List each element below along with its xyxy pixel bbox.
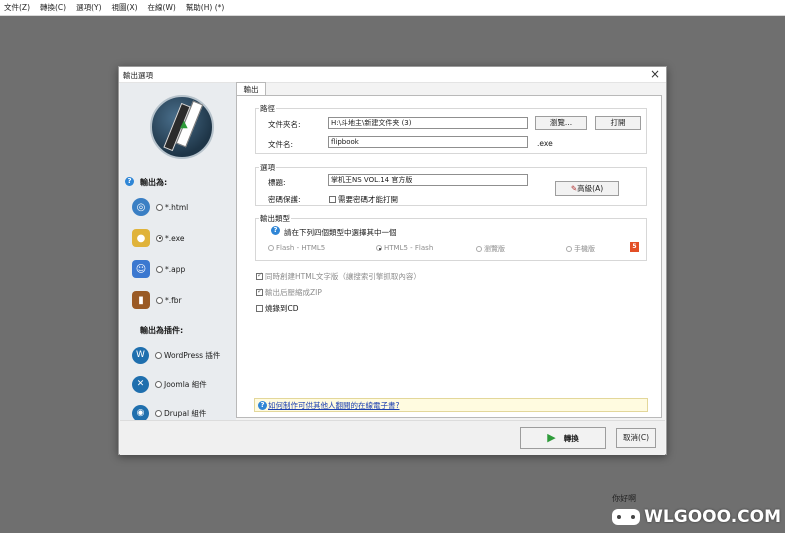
joomla-icon: ✕ bbox=[132, 375, 149, 393]
info-icon: ? bbox=[258, 400, 267, 410]
gamepad-icon bbox=[612, 509, 641, 525]
output-type-prompt: 請在下列四個類型中選擇其中一個 bbox=[284, 228, 397, 237]
burn-cd-row[interactable]: 燒錄到CD bbox=[256, 303, 299, 314]
html-text-label: 同時創建HTML文字版（讓搜索引擎抓取內容） bbox=[265, 272, 421, 281]
play-icon: ▶ bbox=[547, 431, 556, 444]
menu-view[interactable]: 視圖(X) bbox=[112, 2, 138, 13]
format-option-exe[interactable]: ● *.exe bbox=[132, 227, 184, 249]
plugin-label-drupal: Drupal 組件 bbox=[164, 408, 207, 418]
plugin-option-wordpress[interactable]: W WordPress 插件 bbox=[132, 344, 220, 366]
app-logo: ▲ bbox=[150, 95, 214, 159]
help-icon-type[interactable]: ? bbox=[271, 226, 280, 235]
menu-bar: 文件(Z) 轉換(C) 選項(Y) 視圖(X) 在線(W) 幫助(H) (*) bbox=[0, 0, 785, 16]
password-label: 密碼保護: bbox=[268, 195, 301, 204]
radio-app[interactable] bbox=[156, 265, 163, 273]
radio-joomla[interactable] bbox=[155, 380, 162, 388]
format-label-app: *.app bbox=[165, 264, 186, 274]
zip-checkbox[interactable] bbox=[256, 287, 263, 296]
html-text-checkbox[interactable] bbox=[256, 271, 263, 280]
mac-icon: ☺ bbox=[132, 260, 150, 278]
watermark-mark: 你好啊 bbox=[612, 494, 637, 503]
plugins-label: 輸出為插件: bbox=[140, 326, 184, 335]
folder-label: 文件夾名: bbox=[268, 120, 301, 129]
radio-drupal[interactable] bbox=[155, 409, 162, 417]
output-as-label: 輸出為: bbox=[140, 178, 168, 187]
watermark: 你好啊 WLGOOO.COM bbox=[612, 494, 781, 527]
plugin-option-joomla[interactable]: ✕ Joomla 組件 bbox=[132, 373, 207, 395]
output-type-title: 輸出類型 bbox=[259, 213, 291, 224]
format-option-fbr[interactable]: ▮ *.fbr bbox=[132, 289, 182, 311]
lock-icon: ● bbox=[132, 229, 150, 247]
plugin-label-joomla: Joomla 組件 bbox=[164, 379, 207, 389]
menu-file[interactable]: 文件(Z) bbox=[4, 2, 30, 13]
burn-cd-checkbox[interactable] bbox=[256, 305, 263, 312]
zip-label: 輸出后壓縮成ZIP bbox=[265, 288, 322, 297]
online-ebook-help-link[interactable]: 如何制作可供其他人翻閱的在線電子書? bbox=[268, 400, 399, 411]
advanced-button[interactable]: ✎高級(A) bbox=[555, 181, 619, 196]
output-type-group bbox=[255, 218, 647, 261]
radio-html5-flash[interactable] bbox=[376, 245, 382, 251]
filename-label: 文件名: bbox=[268, 140, 294, 149]
tab-output[interactable]: 輸出 bbox=[236, 82, 266, 96]
cancel-button[interactable]: 取消(C) bbox=[616, 428, 656, 448]
radio-wordpress[interactable] bbox=[155, 351, 162, 359]
close-icon[interactable]: × bbox=[650, 67, 660, 81]
dialog-footer: ▶ 轉換 取消(C) bbox=[120, 420, 665, 455]
options-group-title: 選項 bbox=[259, 162, 276, 173]
format-label-exe: *.exe bbox=[165, 233, 185, 243]
password-checkbox-label: 需要密碼才能打開 bbox=[338, 195, 398, 204]
radio-exe[interactable] bbox=[156, 234, 163, 242]
password-checkbox[interactable] bbox=[329, 196, 336, 203]
radio-mobile[interactable] bbox=[566, 246, 572, 252]
radio-flash-html5[interactable] bbox=[268, 245, 274, 251]
menu-help[interactable]: 幫助(H) (*) bbox=[186, 2, 224, 13]
wordpress-icon: W bbox=[132, 346, 149, 364]
radio-browse[interactable] bbox=[476, 246, 482, 252]
format-option-app[interactable]: ☺ *.app bbox=[132, 258, 185, 280]
radio-fbr[interactable] bbox=[156, 296, 163, 304]
drupal-icon: ◉ bbox=[132, 404, 149, 422]
zip-row[interactable]: 輸出后壓縮成ZIP bbox=[256, 287, 322, 298]
format-option-html[interactable]: ◎ *.html bbox=[132, 196, 188, 218]
type-option-flash-html5[interactable]: Flash - HTML5 bbox=[268, 244, 325, 252]
plugin-label-wordpress: WordPress 插件 bbox=[164, 350, 221, 360]
convert-button[interactable]: ▶ 轉換 bbox=[520, 427, 606, 449]
book-icon: ▮ bbox=[132, 291, 150, 309]
extension-label: .exe bbox=[537, 139, 553, 148]
path-group-title: 路徑 bbox=[259, 103, 276, 114]
advanced-label: 高級(A) bbox=[577, 184, 604, 193]
title-label: 標題: bbox=[268, 178, 286, 187]
dialog-title-bar: 輸出選項 × bbox=[119, 67, 666, 83]
type-option-mobile[interactable]: 手機版 bbox=[566, 244, 595, 254]
menu-convert[interactable]: 轉換(C) bbox=[40, 2, 66, 13]
watermark-text: WLGOOO.COM bbox=[644, 507, 781, 527]
convert-label: 轉換 bbox=[563, 434, 579, 443]
title-input[interactable]: 掌机王NS VOL.14 官方版 bbox=[328, 174, 528, 186]
info-bar: ? 如何制作可供其他人翻閱的在線電子書? bbox=[254, 398, 648, 412]
globe-icon: ◎ bbox=[132, 198, 150, 216]
folder-input[interactable]: H:\斗地主\新建文件夹 (3) bbox=[328, 117, 528, 129]
filename-input[interactable]: flipbook bbox=[328, 136, 528, 148]
help-icon[interactable]: ? bbox=[125, 177, 134, 186]
type-option-html5-flash[interactable]: HTML5 - Flash bbox=[376, 244, 433, 252]
type-option-browse[interactable]: 瀏覽版 bbox=[476, 244, 505, 254]
dialog-title: 輸出選項 bbox=[123, 71, 153, 80]
html-text-row[interactable]: 同時創建HTML文字版（讓搜索引擎抓取內容） bbox=[256, 271, 421, 282]
browse-button[interactable]: 瀏覽... bbox=[535, 116, 587, 130]
burn-cd-label: 燒錄到CD bbox=[265, 304, 299, 313]
menu-options[interactable]: 選項(Y) bbox=[76, 2, 101, 13]
format-label-fbr: *.fbr bbox=[165, 295, 182, 305]
open-button[interactable]: 打開 bbox=[595, 116, 641, 130]
password-checkbox-row[interactable]: 需要密碼才能打開 bbox=[329, 194, 398, 205]
format-sidebar: ▲ ? 輸出為: ◎ *.html ● *.exe ☺ *.app ▮ *.fb… bbox=[120, 83, 236, 422]
format-label-html: *.html bbox=[165, 202, 189, 212]
menu-online[interactable]: 在線(W) bbox=[148, 2, 176, 13]
html5-icon: 5 bbox=[630, 242, 639, 252]
radio-html[interactable] bbox=[156, 203, 163, 211]
